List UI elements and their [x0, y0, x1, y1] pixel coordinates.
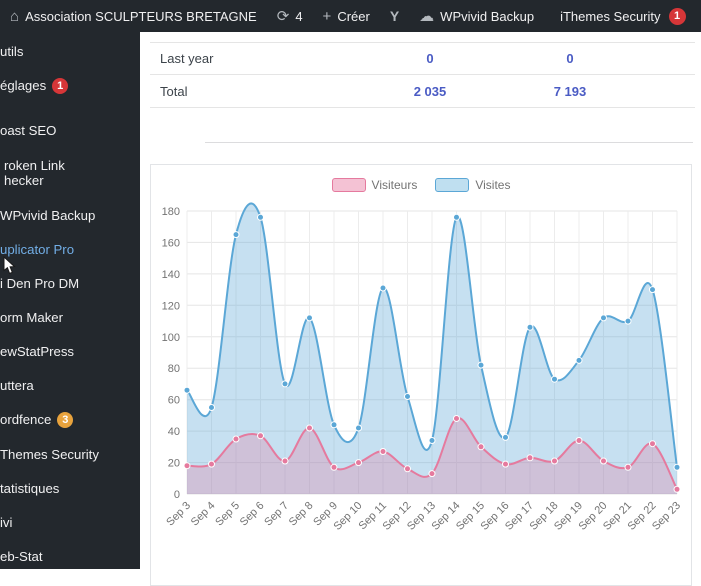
- stats-table: Last year 0 0 Total 2 035 7 193: [150, 42, 695, 108]
- svg-text:100: 100: [162, 332, 180, 344]
- yoast-icon: Y: [389, 8, 400, 24]
- sidebar-item-reglages[interactable]: églages 1: [0, 68, 140, 103]
- sidebar-item-divi-den-pro[interactable]: i Den Pro DM: [0, 266, 140, 300]
- admin-sidebar: utils églages 1 oast SEO roken Link hecke…: [0, 32, 140, 569]
- sidebar-item-outils[interactable]: utils: [0, 34, 140, 68]
- plus-icon: +: [322, 7, 332, 25]
- updates-menu[interactable]: ⟳ 4: [267, 0, 313, 32]
- svg-text:Sep 7: Sep 7: [262, 500, 291, 529]
- svg-text:Sep 8: Sep 8: [287, 500, 316, 529]
- sidebar-item-yoast-seo[interactable]: oast SEO: [0, 113, 140, 147]
- site-menu[interactable]: ⌂ Association SCULPTEURS BRETAGNE: [0, 0, 267, 32]
- sidebar-item-label: eb-Stat: [0, 548, 43, 564]
- sidebar-item-label: WPvivid Backup: [0, 207, 96, 223]
- row-label: Total: [160, 83, 188, 99]
- visitors-value: 0: [426, 51, 434, 66]
- svg-text:Sep 6: Sep 6: [238, 500, 267, 529]
- sidebar-item-label: orm Maker: [0, 309, 64, 325]
- sidebar-item-label: ordfence: [0, 411, 52, 427]
- wpvivid-label: WPvivid Backup: [440, 8, 535, 24]
- sidebar-item-duplicator-pro[interactable]: uplicator Pro: [0, 232, 140, 266]
- main-content: Last year 0 0 Total 2 035 7 193 Visiteur…: [140, 32, 701, 586]
- svg-text:60: 60: [168, 395, 180, 407]
- sidebar-item-label: églages: [0, 77, 47, 93]
- svg-text:Sep 5: Sep 5: [213, 500, 242, 529]
- svg-text:Sep 3: Sep 3: [164, 500, 193, 529]
- sidebar-item-ithemes-security[interactable]: Themes Security: [0, 437, 140, 471]
- sidebar-item-label: ewStatPress: [0, 343, 75, 359]
- menu-separator: [0, 103, 140, 113]
- sidebar-item-broken-link-checker[interactable]: roken Link hecker: [0, 147, 140, 198]
- update-count-badge: 1: [52, 77, 69, 94]
- section-divider: [205, 142, 693, 143]
- update-icon: ⟳: [276, 7, 290, 25]
- traffic-chart-panel: Visiteurs Visites 0 20 40 60 80 100 120 140 160 18…: [150, 164, 692, 586]
- home-icon: ⌂: [10, 7, 20, 25]
- row-label: Last year: [160, 51, 214, 66]
- updates-count: 4: [295, 8, 303, 24]
- ithemes-security-menu[interactable]: iThemes Security 1: [550, 0, 695, 32]
- notification-count-badge: 3: [57, 411, 74, 428]
- site-name: Association SCULPTEURS BRETAGNE: [25, 8, 257, 24]
- svg-text:80: 80: [168, 363, 180, 375]
- svg-text:140: 140: [162, 269, 180, 281]
- sidebar-item-statistiques[interactable]: tatistiques: [0, 471, 140, 505]
- visitors-value: 2 035: [413, 83, 447, 99]
- svg-text:Sep 4: Sep 4: [189, 500, 218, 529]
- sidebar-item-wpvivid-backup[interactable]: WPvivid Backup: [0, 198, 140, 232]
- sidebar-item-label: tatistiques: [0, 480, 60, 496]
- table-row: Total 2 035 7 193: [150, 75, 695, 108]
- sidebar-item-label: Themes Security: [0, 446, 99, 462]
- svg-text:180: 180: [162, 206, 180, 218]
- sidebar-item-label: uttera: [0, 377, 34, 393]
- legend-label: Visiteurs: [371, 178, 418, 192]
- cloud-icon: ☁: [419, 7, 435, 25]
- admin-bar: ⌂ Association SCULPTEURS BRETAGNE ⟳ 4 + …: [0, 0, 701, 32]
- sidebar-item-divi[interactable]: ivi: [0, 505, 140, 539]
- chart-legend: Visiteurs Visites: [151, 165, 691, 193]
- sidebar-item-label: roken Link hecker: [4, 157, 65, 188]
- sidebar-item-label: oast SEO: [0, 122, 57, 138]
- sidebar-item-label: uplicator Pro: [0, 241, 75, 257]
- svg-text:120: 120: [162, 300, 180, 312]
- svg-text:40: 40: [168, 426, 180, 438]
- wpvivid-menu[interactable]: ☁ WPvivid Backup: [409, 0, 544, 32]
- new-content-label: Créer: [337, 8, 370, 24]
- ithemes-label: iThemes Security: [560, 8, 661, 24]
- legend-item-0: Visiteurs: [331, 178, 418, 192]
- table-row: Last year 0 0: [150, 42, 695, 75]
- legend-label: Visites: [475, 178, 511, 192]
- visits-value: 7 193: [553, 83, 587, 99]
- sidebar-item-quttera[interactable]: uttera: [0, 368, 140, 402]
- yoast-menu[interactable]: Y: [380, 0, 409, 32]
- visits-value: 0: [566, 51, 574, 66]
- legend-swatch: [435, 178, 470, 192]
- sidebar-item-web-stat[interactable]: eb-Stat: [0, 539, 140, 573]
- svg-text:20: 20: [168, 458, 180, 470]
- sidebar-item-label: utils: [0, 43, 24, 59]
- sidebar-item-form-maker[interactable]: orm Maker: [0, 300, 140, 334]
- sidebar-item-newstatpress[interactable]: ewStatPress: [0, 334, 140, 368]
- sidebar-item-label: ivi: [0, 514, 13, 530]
- svg-text:160: 160: [162, 237, 180, 249]
- traffic-chart: 0 20 40 60 80 100 120 140 160 180 Sep 3 Sep 4 Sep 5S…: [151, 199, 691, 550]
- legend-swatch: [331, 178, 366, 192]
- mouse-cursor-icon: [3, 255, 16, 280]
- svg-text:0: 0: [174, 489, 180, 501]
- legend-item-1: Visites: [435, 178, 510, 192]
- notification-badge: 1: [668, 7, 686, 25]
- sidebar-item-wordfence[interactable]: ordfence 3: [0, 402, 140, 437]
- new-content-menu[interactable]: + Créer: [313, 0, 380, 32]
